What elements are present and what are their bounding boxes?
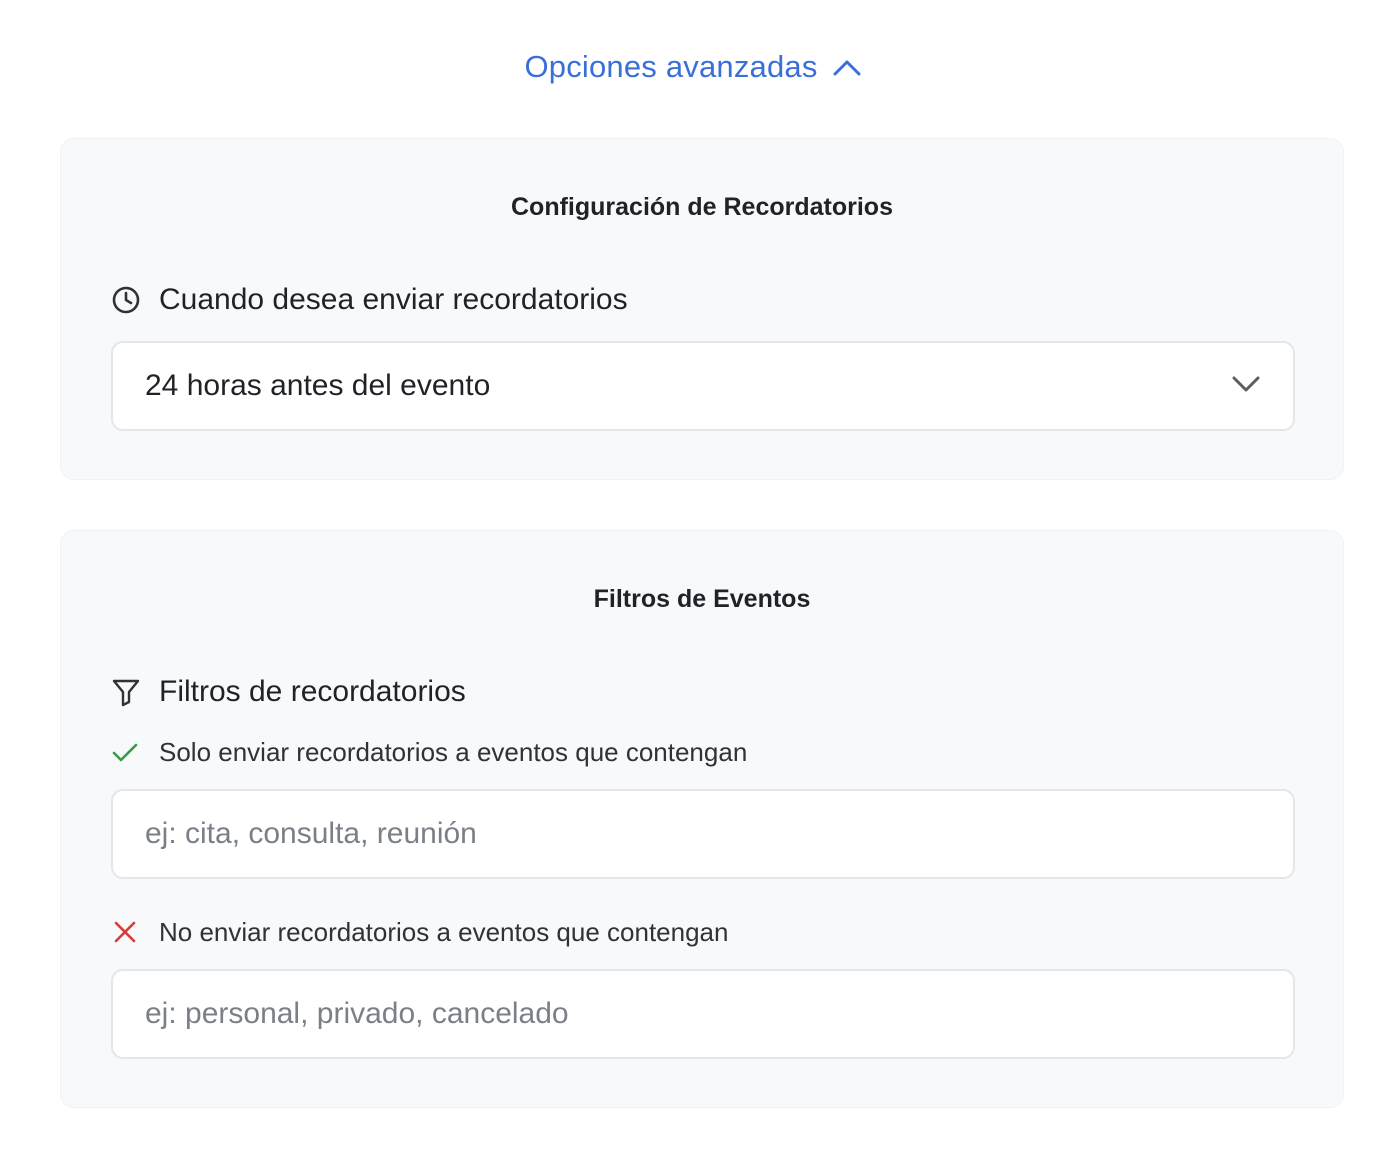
filters-card: Filtros de Eventos Filtros de recordator… bbox=[60, 530, 1344, 1108]
filters-field-label: Filtros de recordatorios bbox=[111, 675, 466, 709]
include-filter-label-text: Solo enviar recordatorios a eventos que … bbox=[159, 737, 748, 767]
clock-icon bbox=[111, 285, 141, 315]
filters-field-label-text: Filtros de recordatorios bbox=[159, 675, 466, 708]
filters-card-title: Filtros de Eventos bbox=[593, 585, 811, 613]
exclude-keywords-input[interactable] bbox=[145, 997, 1261, 1031]
when-field-label: Cuando desea enviar recordatorios bbox=[111, 283, 628, 317]
check-icon bbox=[111, 741, 139, 765]
reminders-card-title: Configuración de Recordatorios bbox=[511, 193, 893, 221]
include-filter-box bbox=[111, 789, 1295, 879]
x-icon bbox=[111, 921, 139, 945]
exclude-filter-label: No enviar recordatorios a eventos que co… bbox=[111, 917, 728, 948]
chevron-up-icon bbox=[832, 57, 862, 77]
chevron-down-icon bbox=[1231, 374, 1261, 399]
when-field-label-text: Cuando desea enviar recordatorios bbox=[159, 283, 628, 316]
reminder-timing-value: 24 horas antes del evento bbox=[145, 369, 491, 402]
page: Opciones avanzadas Configuración de Reco… bbox=[0, 0, 1386, 1158]
include-filter-label: Solo enviar recordatorios a eventos que … bbox=[111, 737, 747, 768]
reminders-card: Configuración de Recordatorios Cuando de… bbox=[60, 138, 1344, 480]
reminder-timing-select[interactable]: 24 horas antes del evento bbox=[111, 341, 1295, 431]
exclude-filter-box bbox=[111, 969, 1295, 1059]
include-keywords-input[interactable] bbox=[145, 817, 1261, 851]
exclude-filter-label-text: No enviar recordatorios a eventos que co… bbox=[159, 917, 729, 947]
advanced-options-toggle[interactable]: Opciones avanzadas bbox=[0, 44, 1386, 90]
filter-icon bbox=[111, 677, 141, 707]
advanced-options-label: Opciones avanzadas bbox=[524, 49, 818, 84]
